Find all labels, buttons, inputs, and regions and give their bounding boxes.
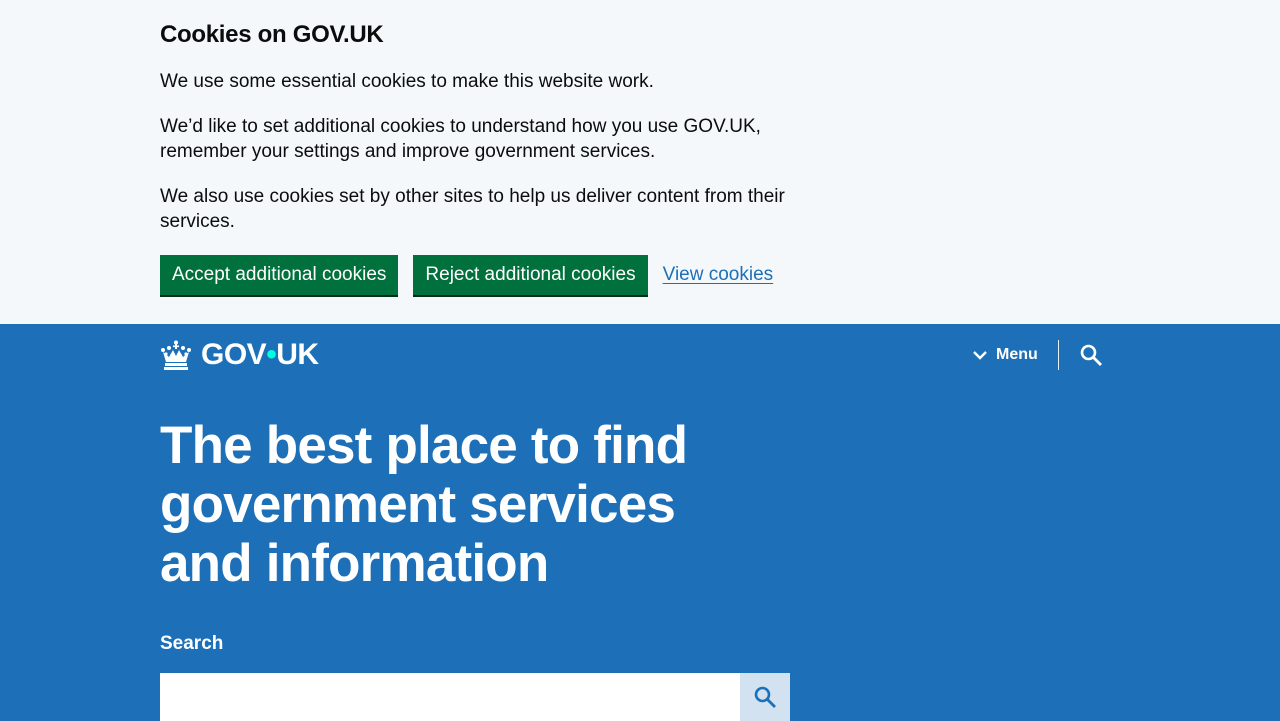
cookie-paragraph-third-party: We also use cookies set by other sites t…: [160, 186, 785, 232]
govuk-logo-link[interactable]: GOV•UK: [160, 338, 319, 372]
logo-text-uk: UK: [276, 338, 319, 371]
site-header: GOV•UK Menu The best place to find gover…: [0, 324, 1280, 721]
header-divider: [1057, 340, 1059, 370]
cookie-actions: Accept additional cookies Reject additio…: [160, 255, 773, 295]
page-title: The best place to find government servic…: [160, 416, 688, 593]
cookie-banner: Cookies on GOV.UK We use some essential …: [0, 0, 1280, 324]
view-cookies-link[interactable]: View cookies: [663, 264, 774, 286]
search-icon: [1080, 344, 1102, 366]
cookie-banner-title: Cookies on GOV.UK: [160, 21, 384, 48]
logo-text-gov: GOV: [201, 338, 267, 371]
logo-dot: •: [266, 338, 277, 371]
search-input[interactable]: [160, 673, 740, 721]
search-bar: [160, 673, 790, 721]
search-submit-button[interactable]: [740, 673, 790, 721]
cookie-paragraph-essential: We use some essential cookies to make th…: [160, 71, 654, 92]
accept-cookies-button[interactable]: Accept additional cookies: [160, 255, 399, 295]
chevron-down-icon: [973, 351, 987, 360]
menu-button[interactable]: Menu: [972, 340, 1058, 370]
search-icon: [754, 686, 776, 708]
crown-icon: [161, 340, 191, 370]
header-navigation: Menu: [972, 340, 1102, 370]
govuk-wordmark: GOV•UK: [201, 338, 319, 372]
search-label: Search: [160, 633, 224, 654]
menu-button-label: Menu: [996, 346, 1038, 363]
search-toggle-button[interactable]: [1080, 344, 1102, 366]
cookie-banner-content: Cookies on GOV.UK We use some essential …: [160, 20, 800, 234]
reject-cookies-button[interactable]: Reject additional cookies: [413, 255, 648, 295]
cookie-paragraph-additional: We’d like to set additional cookies to u…: [160, 116, 761, 162]
